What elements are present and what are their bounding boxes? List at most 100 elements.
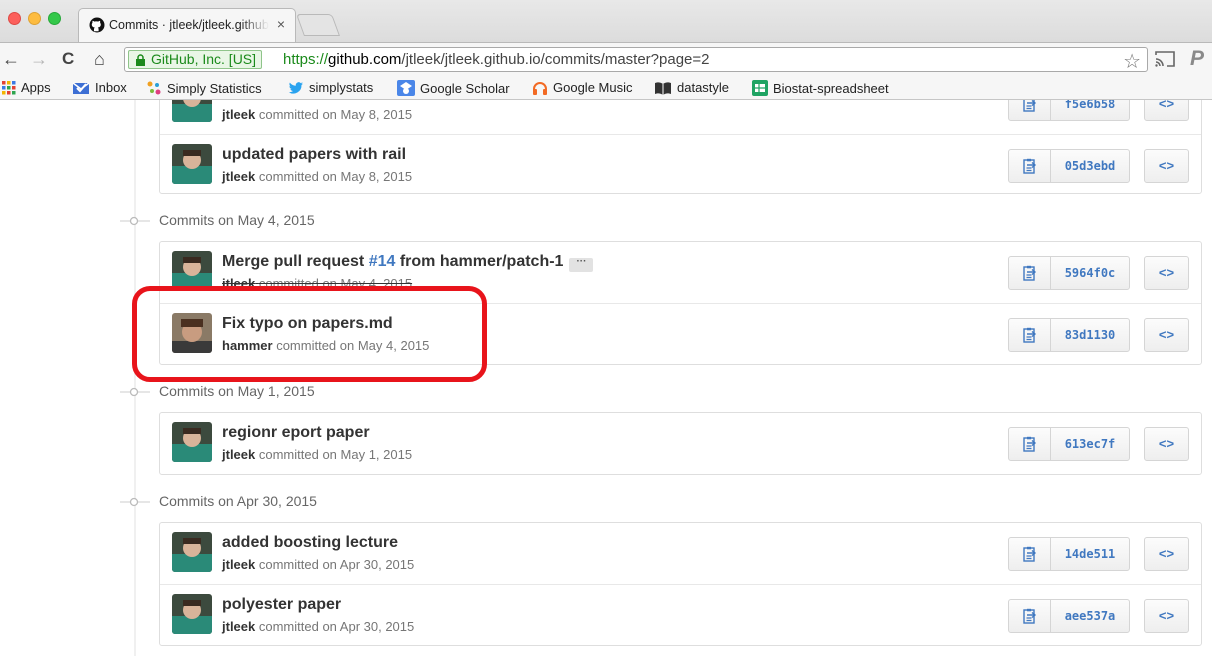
avatar[interactable] bbox=[172, 532, 212, 572]
sha-button-group: 5964f0c bbox=[1008, 256, 1130, 290]
commit-message-prefix[interactable]: Merge pull request bbox=[222, 253, 369, 270]
bookmark-inbox[interactable]: Inbox bbox=[72, 80, 127, 95]
commit-sha-link[interactable]: 613ec7f bbox=[1051, 428, 1129, 460]
bookmark-label: simplystats bbox=[309, 80, 374, 95]
commit-author[interactable]: jtleek bbox=[222, 447, 255, 462]
copy-sha-button[interactable] bbox=[1009, 538, 1051, 570]
commit-author[interactable]: jtleek bbox=[222, 557, 255, 572]
avatar[interactable] bbox=[172, 100, 212, 122]
commit-message[interactable]: Merge pull request #14 from hammer/patch… bbox=[222, 253, 594, 272]
commit-message-link[interactable]: added boosting lecture bbox=[222, 534, 398, 552]
commit-sha-link[interactable]: f5e6b58 bbox=[1051, 100, 1129, 120]
commit-row: added boosting lecture jtleek committed … bbox=[160, 523, 1201, 584]
bookmark-label: Inbox bbox=[95, 80, 127, 95]
commit-sha-link[interactable]: 14de511 bbox=[1051, 538, 1129, 570]
commit-node-icon bbox=[120, 497, 150, 507]
book-icon bbox=[655, 82, 671, 95]
ev-certificate-badge[interactable]: GitHub, Inc. [US] bbox=[128, 50, 263, 69]
copy-sha-button[interactable] bbox=[1009, 428, 1051, 460]
clipboard-icon bbox=[1023, 158, 1037, 174]
browse-repo-button[interactable]: <> bbox=[1144, 318, 1189, 352]
commit-meta: jtleek committed on Apr 30, 2015 bbox=[222, 557, 414, 572]
sha-button-group: 613ec7f bbox=[1008, 427, 1130, 461]
commit-node-icon bbox=[120, 387, 150, 397]
copy-sha-button[interactable] bbox=[1009, 100, 1051, 120]
browse-repo-button[interactable]: <> bbox=[1144, 256, 1189, 290]
back-arrow-icon[interactable]: ← bbox=[2, 48, 20, 70]
address-bar[interactable]: GitHub, Inc. [US] https://github.com/jtl… bbox=[124, 47, 1148, 74]
bookmark-google-scholar[interactable]: Google Scholar bbox=[397, 80, 510, 96]
commit-meta: jtleek committed on Apr 30, 2015 bbox=[222, 619, 414, 634]
commit-message-suffix[interactable]: from hammer/patch-1 bbox=[395, 253, 564, 270]
bookmarks-bar: Apps Inbox Simply Statistics simplystats… bbox=[0, 76, 1212, 100]
bookmark-simplystats[interactable]: simplystats bbox=[288, 80, 373, 95]
commit-message-link[interactable]: polyester paper bbox=[222, 596, 341, 614]
commit-sha-link[interactable]: 5964f0c bbox=[1051, 257, 1129, 289]
google-scholar-icon bbox=[397, 80, 415, 96]
bookmark-google-music[interactable]: Google Music bbox=[532, 80, 632, 95]
commit-date: committed on May 1, 2015 bbox=[258, 447, 413, 462]
close-window-button[interactable] bbox=[8, 12, 21, 25]
commit-author[interactable]: jtleek bbox=[222, 169, 255, 184]
simply-statistics-icon bbox=[147, 81, 161, 95]
commit-group-box: regionr eport paper jtleek committed on … bbox=[159, 412, 1202, 475]
commit-sha-link[interactable]: aee537a bbox=[1051, 600, 1129, 632]
bookmark-star-icon[interactable]: ☆ bbox=[1123, 49, 1141, 74]
browse-repo-button[interactable]: <> bbox=[1144, 149, 1189, 183]
commit-message-link[interactable]: regionr eport paper bbox=[222, 424, 370, 442]
ev-label: GitHub, Inc. [US] bbox=[151, 51, 257, 67]
clipboard-icon bbox=[1023, 546, 1037, 562]
tab-close-icon[interactable]: × bbox=[277, 16, 285, 32]
commit-sha-link[interactable]: 83d1130 bbox=[1051, 319, 1129, 351]
avatar[interactable] bbox=[172, 251, 212, 291]
commit-row: jtleek committed on May 8, 2015 f5e6b58 … bbox=[160, 100, 1201, 134]
twitter-bird-icon bbox=[288, 82, 303, 94]
cast-icon[interactable] bbox=[1154, 51, 1176, 67]
avatar-image bbox=[172, 422, 212, 462]
expand-message-button[interactable]: ··· bbox=[569, 257, 594, 272]
browse-repo-button[interactable]: <> bbox=[1144, 599, 1189, 633]
avatar[interactable] bbox=[172, 422, 212, 462]
commit-group-date: Commits on May 1, 2015 bbox=[159, 383, 315, 399]
clipboard-icon bbox=[1023, 100, 1037, 112]
copy-sha-button[interactable] bbox=[1009, 600, 1051, 632]
home-icon[interactable]: ⌂ bbox=[94, 48, 105, 70]
apps-grid-icon bbox=[2, 81, 16, 95]
commit-date: committed on May 8, 2015 bbox=[258, 107, 413, 122]
commit-date: committed on Apr 30, 2015 bbox=[258, 619, 415, 634]
copy-sha-button[interactable] bbox=[1009, 319, 1051, 351]
reload-icon[interactable]: C bbox=[62, 48, 74, 70]
minimize-window-button[interactable] bbox=[28, 12, 41, 25]
avatar[interactable] bbox=[172, 594, 212, 634]
forward-arrow-icon[interactable]: → bbox=[30, 48, 48, 70]
browse-repo-button[interactable]: <> bbox=[1144, 537, 1189, 571]
browse-repo-button[interactable]: <> bbox=[1144, 100, 1189, 121]
bookmark-apps[interactable]: Apps bbox=[2, 80, 51, 95]
bookmark-label: Apps bbox=[21, 80, 51, 95]
new-tab-button[interactable] bbox=[295, 14, 341, 36]
avatar[interactable] bbox=[172, 144, 212, 184]
commit-date: committed on Apr 30, 2015 bbox=[258, 557, 415, 572]
copy-sha-button[interactable] bbox=[1009, 257, 1051, 289]
commits-page: jtleek committed on May 8, 2015 f5e6b58 … bbox=[0, 100, 1212, 656]
clipboard-icon bbox=[1023, 327, 1037, 343]
bookmark-simply-statistics[interactable]: Simply Statistics bbox=[146, 80, 262, 96]
pull-request-link[interactable]: #14 bbox=[369, 253, 396, 270]
extension-p-icon[interactable]: P bbox=[1190, 47, 1204, 71]
sha-button-group: 05d3ebd bbox=[1008, 149, 1130, 183]
commit-author[interactable]: jtleek bbox=[222, 619, 255, 634]
bookmark-biostat-spreadsheet[interactable]: Biostat-spreadsheet bbox=[752, 80, 889, 96]
commit-meta: jtleek committed on May 8, 2015 bbox=[222, 169, 412, 184]
zoom-window-button[interactable] bbox=[48, 12, 61, 25]
browser-toolbar: ← → C ⌂ GitHub, Inc. [US] https://github… bbox=[0, 42, 1212, 76]
commit-sha-link[interactable]: 05d3ebd bbox=[1051, 150, 1129, 182]
bookmark-label: Biostat-spreadsheet bbox=[773, 81, 889, 96]
commit-message-link[interactable]: updated papers with rail bbox=[222, 146, 406, 164]
tab-commits[interactable]: Commits · jtleek/jtleek.github.io × bbox=[78, 8, 296, 42]
sha-button-group: aee537a bbox=[1008, 599, 1130, 633]
bookmark-datastyle[interactable]: datastyle bbox=[654, 80, 729, 95]
copy-sha-button[interactable] bbox=[1009, 150, 1051, 182]
browse-repo-button[interactable]: <> bbox=[1144, 427, 1189, 461]
commit-row: polyester paper jtleek committed on Apr … bbox=[160, 584, 1201, 645]
commit-author[interactable]: jtleek bbox=[222, 107, 255, 122]
